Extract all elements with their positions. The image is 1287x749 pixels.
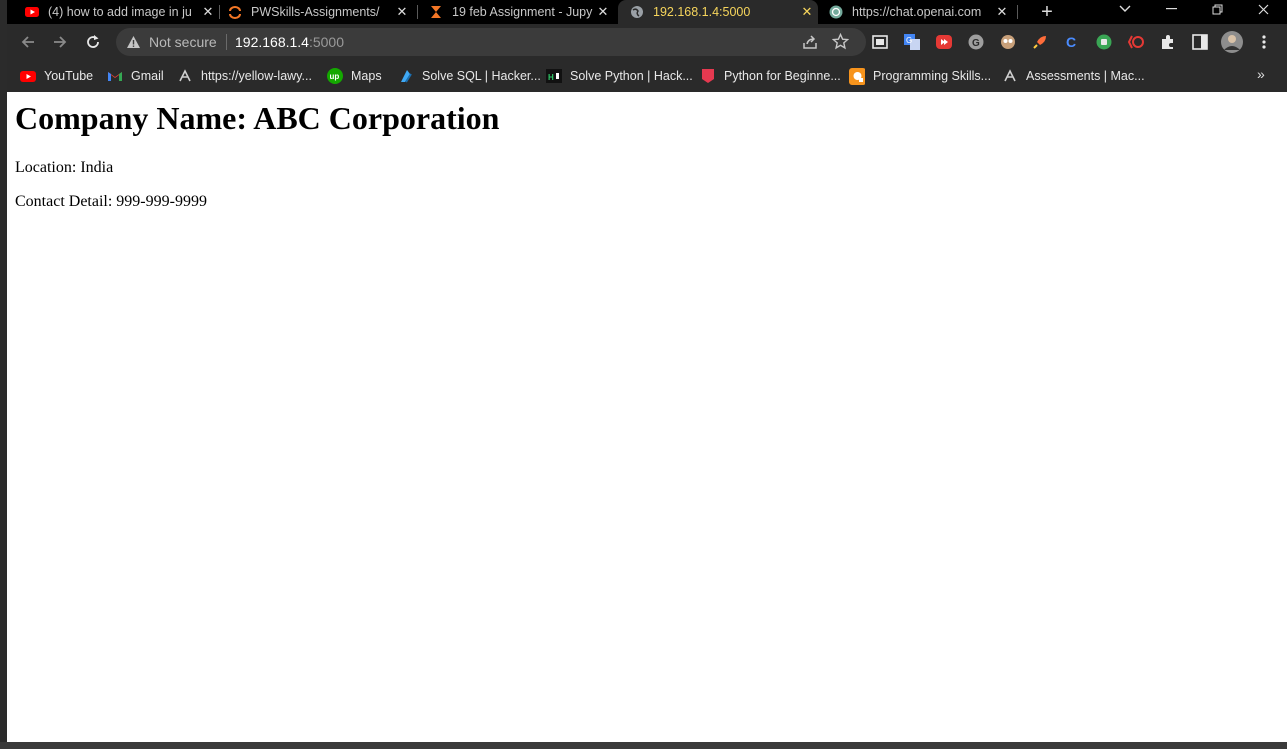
warning-icon[interactable]: [126, 35, 141, 54]
tab-youtube[interactable]: (4) how to add image in ju ✕: [25, 0, 215, 24]
svg-text:up: up: [330, 72, 340, 81]
minimize-icon[interactable]: [1151, 0, 1191, 18]
taskbar-edge: [0, 742, 1287, 749]
bookmark-solve-python[interactable]: H Solve Python | Hack...: [546, 68, 693, 84]
bookmark-icon: [700, 68, 716, 84]
security-label[interactable]: Not secure: [149, 34, 217, 50]
url-host: 192.168.1.4: [235, 34, 309, 50]
c-ext-icon[interactable]: C: [1063, 33, 1081, 51]
bookmark-assessments[interactable]: Assessments | Mac...: [1002, 68, 1145, 84]
media-icon[interactable]: [871, 33, 889, 51]
profile-avatar-icon[interactable]: [1221, 31, 1243, 53]
new-tab-icon[interactable]: +: [1038, 0, 1056, 24]
link-icon: [1002, 68, 1018, 84]
reload-icon[interactable]: [81, 30, 105, 54]
browser-toolbar: Not secure 192.168.1.4:5000 G G C: [7, 24, 1287, 60]
omnibox-divider: [226, 34, 227, 50]
bookmark-label: https://yellow-lawy...: [201, 69, 312, 83]
share-icon[interactable]: [802, 34, 818, 55]
bookmark-solve-sql[interactable]: Solve SQL | Hacker...: [398, 68, 541, 84]
extensions-puzzle-icon[interactable]: [1159, 33, 1177, 51]
tab-separator: [1017, 5, 1018, 19]
globe-icon: [630, 5, 644, 19]
bookmark-label: Solve SQL | Hacker...: [422, 69, 541, 83]
bookmark-label: YouTube: [44, 69, 94, 83]
bookmark-label: Assessments | Mac...: [1026, 69, 1145, 83]
bookmarks-bar: YouTube Gmail https://yellow-lawy... up …: [7, 60, 1287, 92]
side-panel-icon[interactable]: [1191, 33, 1209, 51]
link-icon: [177, 68, 193, 84]
tab-close-icon[interactable]: ✕: [596, 4, 610, 20]
bookmark-yellow-lawy[interactable]: https://yellow-lawy...: [177, 68, 312, 84]
rocket-icon[interactable]: [1031, 33, 1049, 51]
svg-text:C: C: [1066, 34, 1076, 50]
bookmark-label: Gmail: [131, 69, 164, 83]
tab-close-icon[interactable]: ✕: [800, 4, 814, 20]
bookmark-gmail[interactable]: Gmail: [107, 68, 164, 84]
tab-close-icon[interactable]: ✕: [201, 4, 215, 20]
tab-jupyter[interactable]: 19 feb Assignment - Jupy ✕: [429, 0, 610, 24]
green-ext-icon[interactable]: [1095, 33, 1113, 51]
restore-icon[interactable]: [1197, 0, 1237, 18]
grammarly-icon[interactable]: G: [967, 33, 985, 51]
url-port: :5000: [308, 34, 345, 50]
bookmark-programming-skills[interactable]: Programming Skills...: [849, 67, 992, 85]
youtube-icon: [25, 5, 39, 19]
url-text[interactable]: 192.168.1.4:5000: [235, 34, 344, 50]
youtube-icon: [20, 68, 36, 84]
svg-text:H: H: [548, 73, 554, 82]
openai-icon: [829, 5, 843, 19]
bookmark-label: Python for Beginne...: [724, 69, 841, 83]
tab-openai[interactable]: https://chat.openai.com ✕: [829, 0, 1009, 24]
owl-icon[interactable]: [999, 33, 1017, 51]
tab-close-icon[interactable]: ✕: [995, 4, 1009, 20]
tab-title: (4) how to add image in ju: [48, 5, 192, 19]
bookmark-maps[interactable]: up Maps: [327, 68, 382, 84]
youtube-ext-icon[interactable]: [935, 33, 953, 51]
tab-title: 19 feb Assignment - Jupy: [452, 5, 593, 19]
contact-text: Contact Detail: 999-999-9999: [15, 193, 207, 210]
gmail-icon: [107, 68, 123, 84]
bookmark-label: Solve Python | Hack...: [570, 69, 693, 83]
window-edge: [0, 0, 7, 749]
address-bar[interactable]: Not secure 192.168.1.4:5000: [116, 28, 866, 56]
close-window-icon[interactable]: [1243, 0, 1283, 18]
hourglass-icon: [429, 5, 443, 19]
tab-pwskills[interactable]: PWSkills-Assignments/ ✕: [228, 0, 409, 24]
hackerrank-icon: H: [546, 68, 562, 84]
bookmark-label: Programming Skills...: [873, 69, 992, 83]
svg-text:G: G: [972, 38, 980, 49]
bookmark-star-icon[interactable]: [831, 32, 850, 55]
tab-title: PWSkills-Assignments/: [251, 5, 380, 19]
tab-close-icon[interactable]: ✕: [395, 4, 409, 20]
orange-icon: [849, 67, 865, 85]
tab-search-icon[interactable]: [1105, 0, 1145, 18]
page-heading: Company Name: ABC Corporation: [15, 100, 500, 136]
upwork-icon: up: [327, 68, 343, 84]
location-text: Location: India: [15, 159, 114, 176]
bookmarks-overflow-icon[interactable]: »: [1257, 66, 1265, 82]
tab-localhost[interactable]: 192.168.1.4:5000 ✕: [618, 0, 818, 24]
tab-strip: (4) how to add image in ju ✕ PWSkills-As…: [7, 0, 1287, 24]
tab-title: https://chat.openai.com: [852, 5, 982, 19]
bookmark-youtube[interactable]: YouTube: [20, 68, 93, 84]
svg-text:G: G: [906, 36, 912, 45]
tab-separator: [417, 5, 418, 19]
menu-kebab-icon[interactable]: [1255, 33, 1273, 51]
bookmark-label: Maps: [351, 69, 382, 83]
translate-icon[interactable]: G: [903, 33, 921, 51]
opera-ext-icon[interactable]: [1127, 33, 1145, 51]
jupyter-icon: [228, 5, 242, 19]
tab-separator: [219, 5, 220, 19]
hackerrank-icon: [398, 68, 414, 84]
page-content: Company Name: ABC Corporation Location: …: [7, 92, 1287, 742]
forward-icon[interactable]: [48, 30, 72, 54]
back-icon[interactable]: [16, 30, 40, 54]
tab-title: 192.168.1.4:5000: [653, 5, 751, 19]
bookmark-python-beginners[interactable]: Python for Beginne...: [700, 68, 841, 84]
